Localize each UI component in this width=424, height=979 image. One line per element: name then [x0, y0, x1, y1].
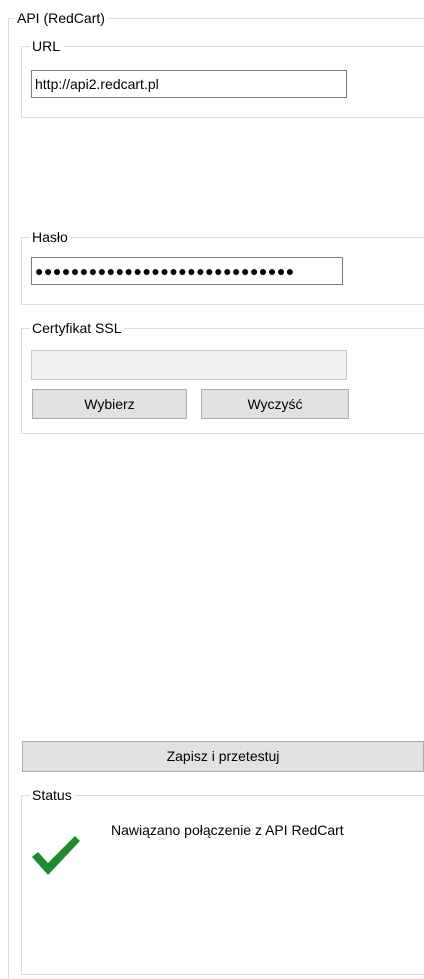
status-message: Nawiązano połączenie z API RedCart [111, 822, 344, 838]
checkmark-icon [32, 836, 80, 875]
choose-certificate-button[interactable]: Wybierz [32, 389, 187, 419]
api-redcart-group-title: API (RedCart) [15, 10, 108, 26]
ssl-certificate-path-field [31, 350, 347, 380]
password-group-title: Hasło [30, 229, 71, 245]
ssl-certificate-group-title: Certyfikat SSL [30, 320, 125, 336]
clear-certificate-button[interactable]: Wyczyść [201, 389, 349, 419]
password-input[interactable]: ●●●●●●●●●●●●●●●●●●●●●●●●●●●●● [31, 257, 343, 285]
checkmark-shape [32, 836, 80, 875]
settings-panel: API (RedCart) URL http://api2.redcart.pl… [0, 0, 424, 979]
status-group-title: Status [30, 787, 75, 803]
url-input[interactable]: http://api2.redcart.pl [31, 70, 347, 98]
save-and-test-button[interactable]: Zapisz i przetestuj [22, 741, 424, 772]
url-group-title: URL [30, 38, 64, 54]
